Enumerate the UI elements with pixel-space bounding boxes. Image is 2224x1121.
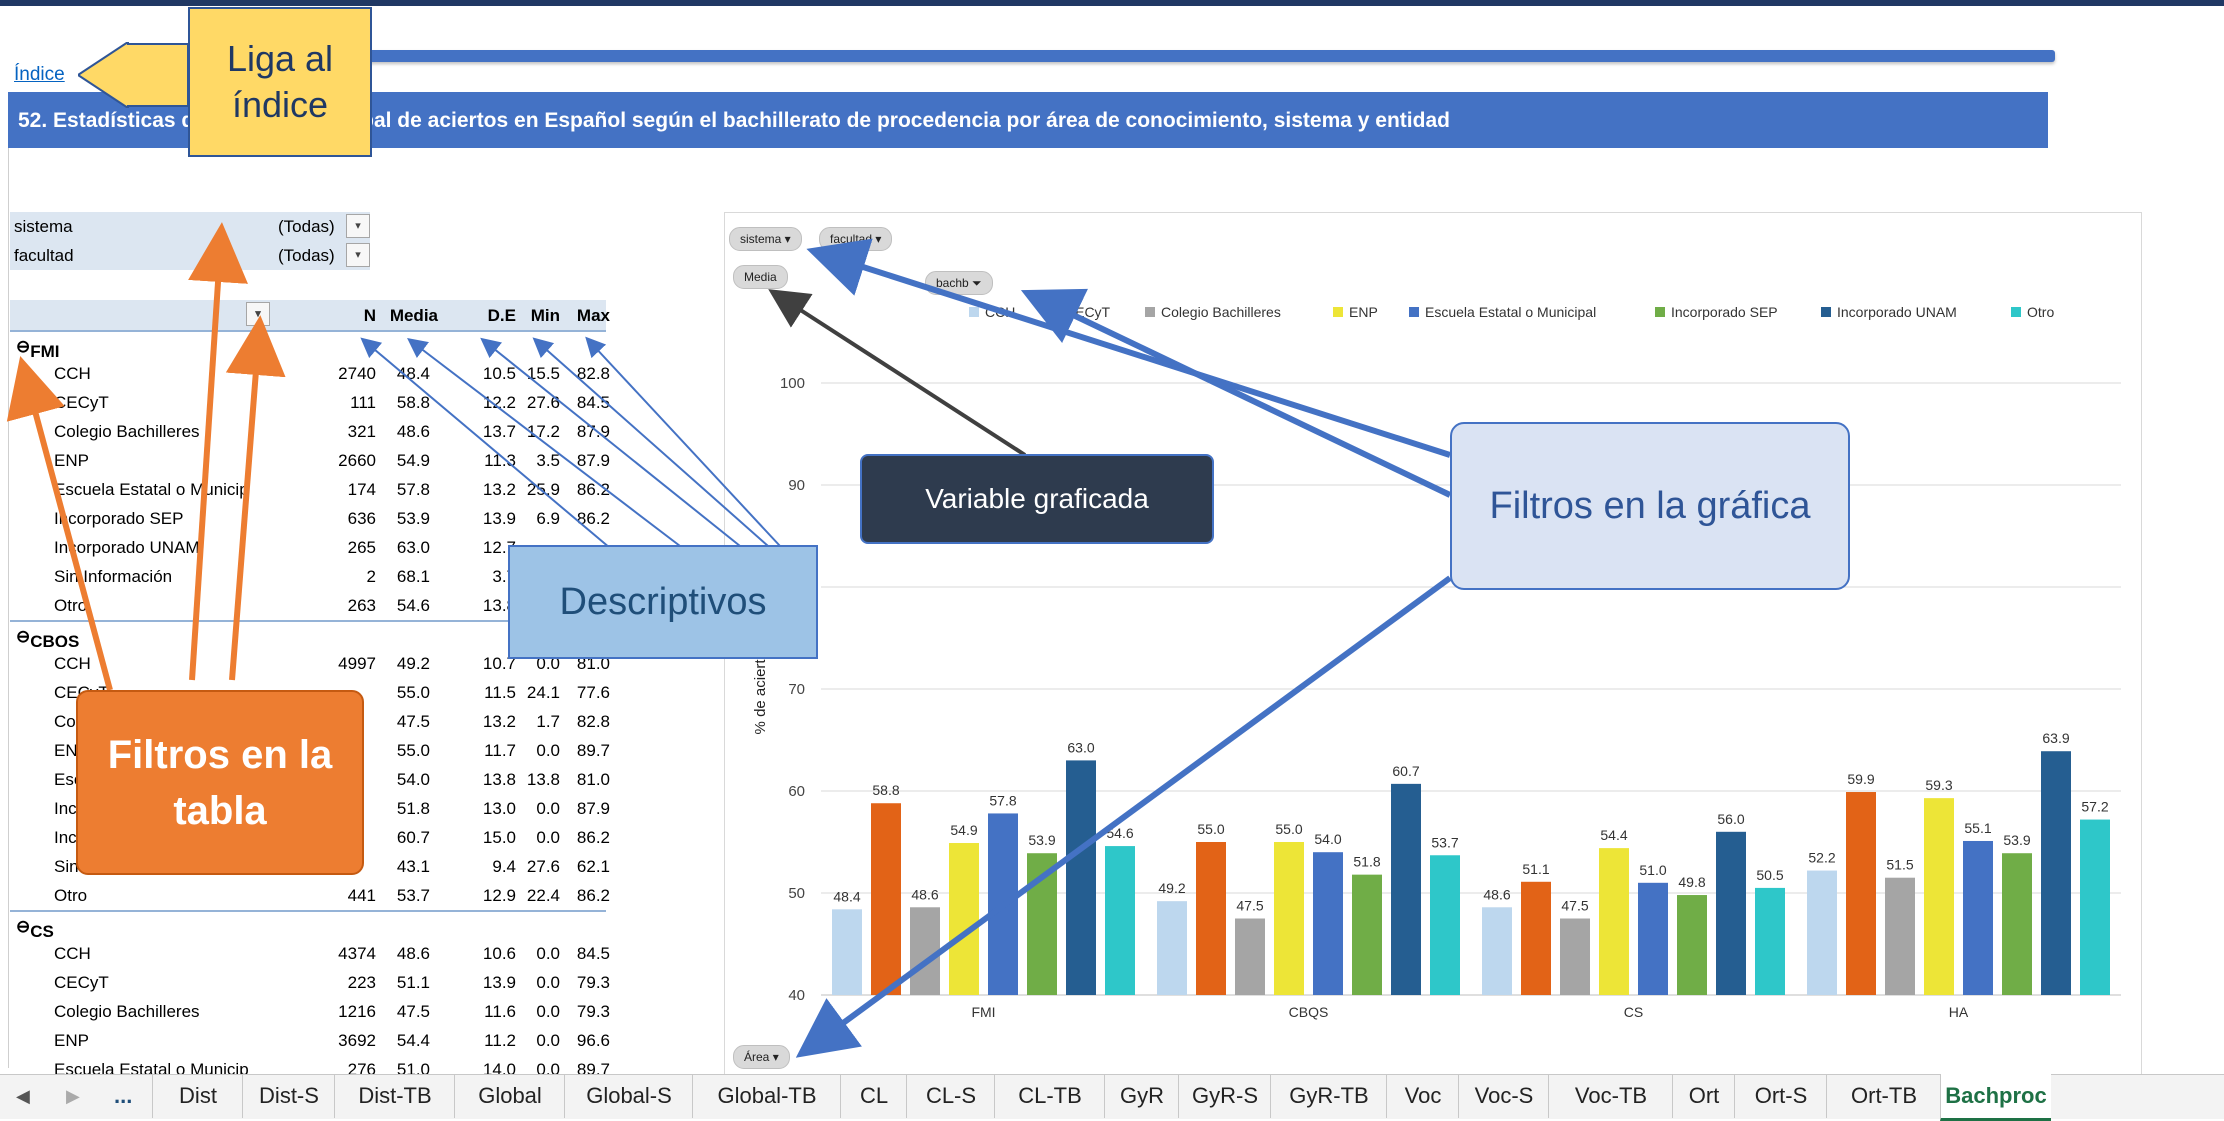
- sheet-tab-bachproc[interactable]: Bachproc: [1940, 1074, 2051, 1121]
- callout-variable-graficada: Variable graficada: [860, 454, 1214, 544]
- callout-indice-pointer: [78, 42, 189, 108]
- variable-arrow: [768, 289, 1027, 457]
- sheet-tab-gyr-s[interactable]: GyR-S: [1178, 1074, 1271, 1118]
- sheet-tab-voc[interactable]: Voc: [1386, 1074, 1459, 1118]
- sheet-tab-cl-tb[interactable]: CL-TB: [994, 1074, 1105, 1118]
- sheet-tab-dist[interactable]: Dist: [152, 1074, 243, 1118]
- sheet-tab-cl[interactable]: CL: [840, 1074, 907, 1118]
- orange-arrows: [6, 222, 286, 691]
- descriptivos-arrows: [360, 336, 781, 549]
- sheet-tab-ort-tb[interactable]: Ort-TB: [1826, 1074, 1941, 1118]
- sheet-tab-voc-s[interactable]: Voc-S: [1458, 1074, 1549, 1118]
- sheet-tab-ort-s[interactable]: Ort-S: [1734, 1074, 1827, 1118]
- sheet-tab-ort[interactable]: Ort: [1672, 1074, 1735, 1118]
- sheet-tab-dist-tb[interactable]: Dist-TB: [334, 1074, 455, 1118]
- sheet-tab-gyr[interactable]: GyR: [1104, 1074, 1179, 1118]
- sheet-tab-global-s[interactable]: Global-S: [564, 1074, 693, 1118]
- sheet-tab-gyr-tb[interactable]: GyR-TB: [1270, 1074, 1387, 1118]
- tab-scroll-left-icon[interactable]: ◀: [16, 1074, 30, 1118]
- callout-filtros-tabla: Filtros en la tabla: [76, 690, 364, 875]
- tab-more-button[interactable]: ...: [114, 1074, 132, 1118]
- callout-filtros-grafica: Filtros en la gráfica: [1450, 422, 1850, 590]
- callout-descriptivos: Descriptivos: [508, 545, 818, 659]
- chart-filter-arrows: [795, 238, 1452, 1058]
- sheet-tab-global[interactable]: Global: [454, 1074, 565, 1118]
- sheet-tab-global-tb[interactable]: Global-TB: [692, 1074, 841, 1118]
- sheet-tab-cl-s[interactable]: CL-S: [906, 1074, 995, 1118]
- annotation-arrows: [6, 222, 1452, 1058]
- sheet-tab-dist-s[interactable]: Dist-S: [242, 1074, 335, 1118]
- callout-liga-indice: Liga al índice: [188, 7, 372, 157]
- sheet-tab-voc-tb[interactable]: Voc-TB: [1548, 1074, 1673, 1118]
- tab-scroll-right-icon[interactable]: ▶: [66, 1074, 80, 1118]
